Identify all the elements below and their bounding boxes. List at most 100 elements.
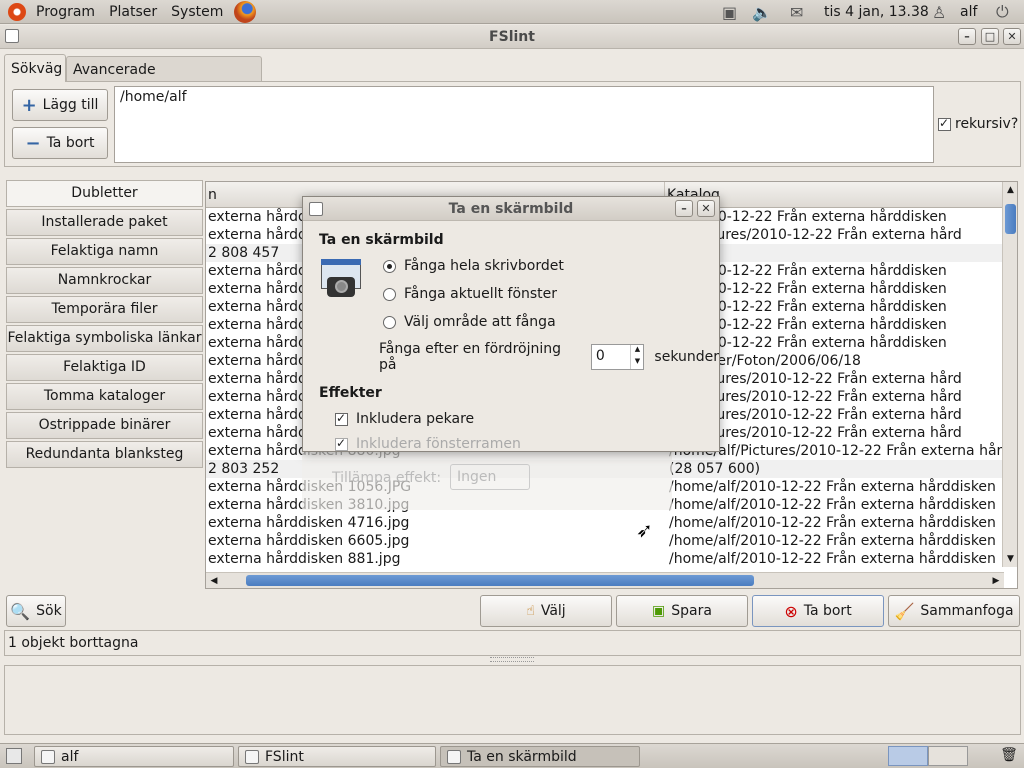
path-list[interactable]: /home/alf xyxy=(114,86,934,163)
include-border-checkbox[interactable] xyxy=(335,437,348,451)
task-screenshot[interactable]: Ta en skärmbild xyxy=(440,746,640,767)
tab-avancerade[interactable]: Avancerade sökparametrar xyxy=(66,56,262,104)
table-row[interactable]: externa hårddisken 881.jpg/home/alf/2010… xyxy=(206,550,1004,568)
table-row[interactable]: externa hårddisken 6605.jpg/home/alf/201… xyxy=(206,532,1004,550)
path-item[interactable]: /home/alf xyxy=(120,89,187,105)
vertical-scrollbar[interactable]: ▲ ▼ xyxy=(1002,182,1017,567)
plus-icon: + xyxy=(21,94,37,116)
task-alf[interactable]: alf xyxy=(34,746,234,767)
include-border-label: Inkludera fönsterramen xyxy=(356,437,521,451)
delete-button[interactable]: ⊗ Ta bort xyxy=(752,595,884,627)
delete-label: Ta bort xyxy=(803,603,852,619)
workspace-2[interactable] xyxy=(928,746,968,766)
spin-up-icon[interactable]: ▲ xyxy=(630,345,643,357)
task-alf-label: alf xyxy=(61,748,79,765)
category-temporara-filer[interactable]: Temporära filer xyxy=(6,296,203,323)
horizontal-scrollbar[interactable]: ◀ ▶ xyxy=(206,572,1004,588)
category-dubletter[interactable]: Dubletter xyxy=(6,180,203,207)
add-path-button[interactable]: + Lägg till xyxy=(12,89,108,121)
horizontal-scroll-thumb[interactable] xyxy=(246,575,754,586)
option-whole-desktop-label: Fånga hela skrivbordet xyxy=(404,258,564,274)
category-felaktiga-lankar[interactable]: Felaktiga symboliska länkar xyxy=(6,325,203,352)
category-namnkrockar[interactable]: Namnkrockar xyxy=(6,267,203,294)
option-current-window[interactable]: Fånga aktuellt fönster xyxy=(383,286,557,302)
recursive-check[interactable] xyxy=(938,116,951,131)
table-row[interactable]: externa hårddisken 4716.jpg/home/alf/201… xyxy=(206,514,1004,532)
search-label: Sök xyxy=(36,603,62,619)
spin-down-icon[interactable]: ▼ xyxy=(630,357,643,369)
category-tomma-kataloger[interactable]: Tomma kataloger xyxy=(6,383,203,410)
save-button[interactable]: ▣ Spara xyxy=(616,595,748,627)
select-label: Välj xyxy=(540,603,566,619)
include-border-row[interactable]: Inkludera fönsterramen xyxy=(335,437,521,451)
include-pointer-checkbox[interactable] xyxy=(335,411,348,426)
radio-whole-desktop[interactable] xyxy=(383,259,396,273)
category-felaktiga-id[interactable]: Felaktiga ID xyxy=(6,354,203,381)
merge-button[interactable]: 🧹 Sammanfoga xyxy=(888,595,1020,627)
scroll-left-icon[interactable]: ◀ xyxy=(208,574,220,588)
delete-icon: ⊗ xyxy=(784,601,798,621)
category-ostrippade-binarer[interactable]: Ostrippade binärer xyxy=(6,412,203,439)
volume-icon[interactable]: 🔈 xyxy=(752,0,772,24)
vertical-scroll-thumb[interactable] xyxy=(1005,204,1016,234)
show-desktop-icon[interactable] xyxy=(6,748,22,764)
dialog-app-icon[interactable] xyxy=(309,202,323,216)
window-app-icon[interactable] xyxy=(5,29,19,43)
recursive-checkbox[interactable]: rekursiv? xyxy=(938,116,1018,132)
radio-select-area[interactable] xyxy=(383,315,396,329)
menu-system[interactable]: System xyxy=(164,0,230,24)
include-pointer-row[interactable]: Inkludera pekare xyxy=(335,411,474,427)
dialog-minimize-button[interactable]: – xyxy=(675,200,693,217)
window-titlebar[interactable]: FSlint – □ ✕ xyxy=(0,25,1024,49)
merge-label: Sammanfoga xyxy=(920,603,1014,619)
ubuntu-logo-icon[interactable] xyxy=(8,2,26,21)
log-area[interactable] xyxy=(4,665,1021,735)
shutdown-icon[interactable]: ⏻ xyxy=(996,0,1009,24)
network-icon[interactable]: ▣ xyxy=(722,0,737,24)
option-select-area-label: Välj område att fånga xyxy=(404,314,556,330)
dialog-close-button[interactable]: ✕ xyxy=(697,200,715,217)
firefox-icon[interactable] xyxy=(234,0,257,23)
user-name[interactable]: alf xyxy=(960,0,977,24)
radio-current-window[interactable] xyxy=(383,287,396,301)
scroll-up-icon[interactable]: ▲ xyxy=(1004,182,1017,198)
menu-platser[interactable]: Platser xyxy=(102,0,164,24)
category-installerade-paket[interactable]: Installerade paket xyxy=(6,209,203,236)
option-select-area[interactable]: Välj område att fånga xyxy=(383,314,556,330)
workspace-1[interactable] xyxy=(888,746,928,766)
pane-resize-handle[interactable] xyxy=(490,657,534,662)
cell-directory: (28 057 600) xyxy=(669,461,761,477)
tab-sokvag[interactable]: Sökväg xyxy=(4,54,66,82)
delay-value[interactable]: 0 xyxy=(596,348,605,364)
folder-icon xyxy=(41,749,55,764)
broom-icon: 🧹 xyxy=(894,601,915,621)
option-whole-desktop[interactable]: Fånga hela skrivbordet xyxy=(383,258,564,274)
category-felaktiga-namn[interactable]: Felaktiga namn xyxy=(6,238,203,265)
effect-dropdown[interactable]: Ingen xyxy=(450,464,530,490)
dialog-section-capture: Ta en skärmbild xyxy=(319,232,444,248)
select-button[interactable]: ☝ Välj xyxy=(480,595,612,627)
bottom-taskbar: alf FSlint Ta en skärmbild 🗑 xyxy=(0,743,1024,768)
camera-icon xyxy=(321,259,367,301)
search-button[interactable]: 🔍 Sök xyxy=(6,595,66,627)
menu-program[interactable]: Program xyxy=(29,0,102,24)
mail-icon[interactable]: ✉ xyxy=(790,0,803,24)
cell-directory: /home/alf/2010-12-22 Från externa hårddi… xyxy=(669,551,996,567)
ghost-effect-label: Tillämpa effekt: xyxy=(332,470,442,486)
scroll-down-icon[interactable]: ▼ xyxy=(1004,551,1017,567)
delay-spinner[interactable]: 0 ▲ ▼ xyxy=(590,344,645,370)
status-text: 1 objekt borttagna xyxy=(8,635,139,651)
dialog-titlebar[interactable]: Ta en skärmbild – ✕ xyxy=(303,197,719,221)
remove-path-button[interactable]: − Ta bort xyxy=(12,127,108,159)
category-redundanta-blanksteg[interactable]: Redundanta blanksteg xyxy=(6,441,203,468)
scroll-right-icon[interactable]: ▶ xyxy=(990,574,1002,588)
screenshot-app-icon xyxy=(447,749,461,764)
clock[interactable]: tis 4 jan, 13.38 xyxy=(824,0,929,24)
minimize-button[interactable]: – xyxy=(958,28,976,45)
trash-icon[interactable]: 🗑 xyxy=(1000,747,1018,765)
task-fslint[interactable]: FSlint xyxy=(238,746,436,767)
workspace-switcher[interactable] xyxy=(888,746,968,766)
cell-filename: externa hårddisken 6605.jpg xyxy=(208,533,410,549)
maximize-button[interactable]: □ xyxy=(981,28,999,45)
close-button[interactable]: ✕ xyxy=(1003,28,1021,45)
